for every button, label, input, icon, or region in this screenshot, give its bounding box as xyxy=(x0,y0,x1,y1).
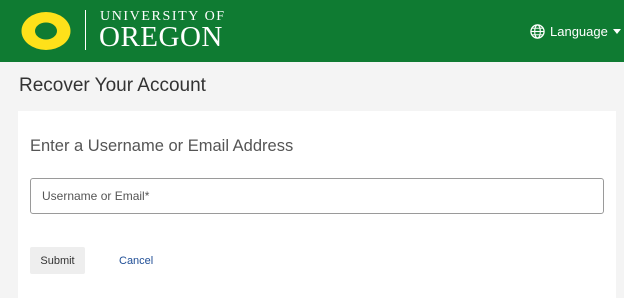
language-label: Language xyxy=(550,23,608,39)
logo-divider xyxy=(85,10,86,50)
cancel-link[interactable]: Cancel xyxy=(119,254,153,268)
username-or-email-input[interactable] xyxy=(30,178,604,214)
submit-button[interactable]: Submit xyxy=(30,247,85,274)
caret-down-icon xyxy=(612,28,621,34)
language-selector[interactable]: Language xyxy=(530,22,621,40)
oregon-o-logo[interactable] xyxy=(20,10,72,52)
globe-icon xyxy=(530,23,545,39)
wordmark-oregon: OREGON xyxy=(99,21,223,53)
site-header: UNIVERSITY OF OREGON Language xyxy=(0,0,624,62)
page-title: Recover Your Account xyxy=(19,75,206,96)
recover-account-card: Enter a Username or Email Address Submit… xyxy=(18,111,616,298)
form-heading: Enter a Username or Email Address xyxy=(30,137,294,155)
